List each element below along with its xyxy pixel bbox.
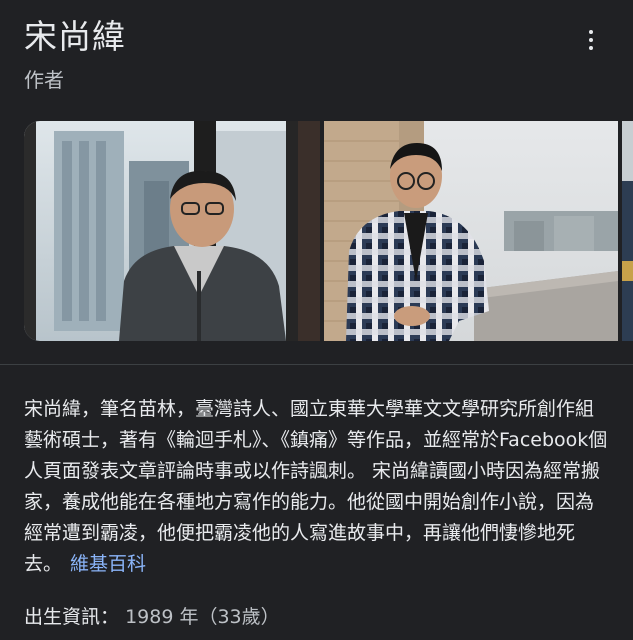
author-photo-window-image	[24, 121, 320, 341]
knowledge-panel: 宋尚緯 作者 宋尚緯，筆名苗林，臺灣詩人、國立東華大學華文文學研究所創作組藝術碩…	[0, 0, 633, 640]
menu-dot	[589, 38, 593, 42]
more-vert-icon[interactable]	[579, 26, 603, 54]
image-gallery[interactable]	[24, 121, 633, 341]
author-photo-partial[interactable]	[622, 121, 633, 341]
menu-dot	[589, 46, 593, 50]
entity-subtitle: 作者	[24, 68, 64, 92]
description-text: 宋尚緯，筆名苗林，臺灣詩人、國立東華大學華文文學研究所創作組藝術碩士，著有《輪迴…	[24, 398, 608, 575]
entity-description: 宋尚緯，筆名苗林，臺灣詩人、國立東華大學華文文學研究所創作組藝術碩士，著有《輪迴…	[24, 394, 609, 580]
section-divider	[0, 364, 633, 365]
panel-header: 宋尚緯 作者	[24, 14, 564, 94]
born-value: 1989 年（33歲）	[125, 606, 280, 628]
wikipedia-source-link[interactable]: 維基百科	[70, 553, 146, 575]
entity-title: 宋尚緯	[24, 17, 126, 56]
author-photo-window[interactable]	[24, 121, 320, 341]
born-attribute: 出生資訊： 1989 年（33歲）	[24, 602, 280, 632]
menu-dot	[589, 30, 593, 34]
born-label: 出生資訊：	[24, 606, 120, 628]
author-photo-partial-image	[622, 121, 633, 341]
author-photo-rooftop[interactable]	[324, 121, 618, 341]
author-photo-rooftop-image	[324, 121, 618, 341]
